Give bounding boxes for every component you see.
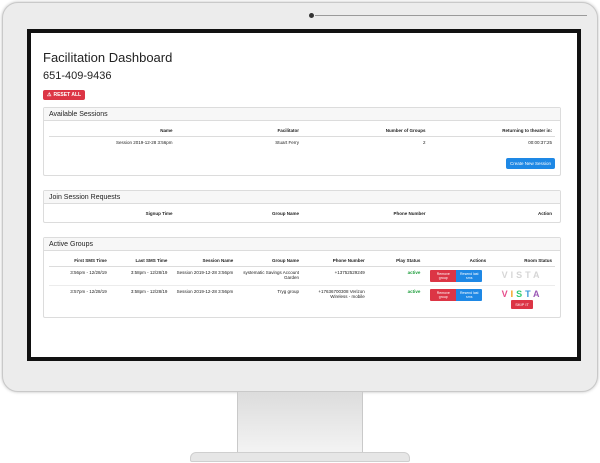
actions-cell: Remove group Resend last sms	[423, 285, 490, 312]
join-requests-card: Join Session Requests Signup Time Group …	[43, 190, 561, 223]
screen-content: Facilitation Dashboard 651-409-9436 ⚠ RE…	[31, 33, 577, 357]
monitor-base	[190, 452, 410, 462]
action-buttons: Remove group Resend last sms	[430, 289, 483, 301]
active-groups-table: First SMS Time Last SMS Time Session Nam…	[49, 255, 555, 312]
table-header-row: Signup Time Group Name Phone Number Acti…	[49, 208, 555, 219]
play-status: active	[367, 266, 424, 286]
session-name: Session 2019-12-28 3:56pm	[49, 136, 176, 148]
col-number-of-groups: Number of Groups	[302, 125, 429, 137]
skip-button[interactable]: SKIP IT	[511, 300, 533, 309]
room-status-cell: VISTA SKIP IT	[489, 285, 555, 312]
sessions-table: Name Facilitator Number of Groups Return…	[49, 125, 555, 148]
table-row[interactable]: Session 2019-12-28 3:56pm Stuart Ferry 2…	[49, 136, 555, 148]
col-last-sms: Last SMS Time	[109, 255, 171, 267]
active-groups-body: First SMS Time Last SMS Time Session Nam…	[44, 251, 560, 317]
monitor-frame: Facilitation Dashboard 651-409-9436 ⚠ RE…	[2, 2, 598, 392]
bezel-line	[315, 15, 587, 16]
reset-all-button[interactable]: ⚠ RESET ALL	[43, 90, 86, 100]
last-sms-time: 3:58pm - 12/28/19	[109, 266, 171, 286]
room-status-cell: VISTA	[489, 266, 555, 286]
active-groups-header: Active Groups	[44, 238, 560, 251]
first-sms-time: 3:57pm - 12/28/19	[49, 285, 110, 312]
col-group-name: Group Name	[236, 255, 302, 267]
actions-cell: Remove group Resend last sms	[423, 266, 490, 286]
active-groups-card: Active Groups First SMS Time Last SMS Ti…	[43, 237, 561, 318]
dashboard-page: Facilitation Dashboard 651-409-9436 ⚠ RE…	[43, 49, 561, 318]
room-status-logo: VISTA	[501, 270, 543, 280]
create-session-button[interactable]: Create New Session	[505, 158, 555, 169]
group-name: Tryg group	[236, 285, 302, 312]
monitor-stand	[237, 392, 363, 454]
resend-sms-button[interactable]: Resend last sms	[456, 270, 483, 282]
col-facilitator: Facilitator	[175, 125, 302, 137]
first-sms-time: 3:56pm - 12/28/19	[49, 266, 110, 286]
col-play-status: Play Status	[367, 255, 424, 267]
col-phone-number: Phone Number	[301, 255, 368, 267]
col-group-name: Group Name	[271, 211, 299, 216]
camera-icon	[309, 13, 314, 18]
col-actions: Actions	[423, 255, 490, 267]
session-facilitator: Stuart Ferry	[175, 136, 302, 148]
logo-letter: S	[516, 289, 526, 299]
action-buttons: Remove group Resend last sms	[430, 270, 483, 282]
col-first-sms: First SMS Time	[49, 255, 110, 267]
logo-letter: T	[525, 289, 534, 299]
join-requests-body: Signup Time Group Name Phone Number Acti…	[44, 204, 560, 222]
room-status-logo: VISTA	[492, 289, 552, 299]
session-name: Session 2019-12-28 3:56pm	[170, 266, 237, 286]
available-sessions-header: Available Sessions	[44, 108, 560, 121]
warning-icon: ⚠	[47, 92, 52, 98]
col-phone-number: Phone Number	[393, 211, 426, 216]
table-row: 3:57pm - 12/28/19 3:58pm - 12/28/19 Sess…	[49, 285, 555, 312]
col-returning: Returning to theater in:	[428, 125, 555, 137]
session-name: Session 2019-12-28 3:56pm	[170, 285, 237, 312]
available-sessions-card: Available Sessions Name Facilitator Numb…	[43, 107, 561, 176]
group-name: systematic Savings Account Garden	[236, 266, 302, 286]
table-header-row: First SMS Time Last SMS Time Session Nam…	[49, 255, 555, 267]
logo-letter: V	[501, 289, 511, 299]
available-sessions-body: Name Facilitator Number of Groups Return…	[44, 121, 560, 175]
create-row: Create New Session	[49, 152, 555, 170]
session-groups: 2	[302, 136, 429, 148]
reset-all-label: RESET ALL	[53, 92, 82, 98]
screen: Facilitation Dashboard 651-409-9436 ⚠ RE…	[27, 29, 581, 361]
col-session-name: Session Name	[170, 255, 237, 267]
remove-group-button[interactable]: Remove group	[430, 270, 457, 282]
phone-number: 651-409-9436	[43, 70, 112, 82]
session-countdown: 00:00:37:25	[428, 136, 555, 148]
resend-sms-button[interactable]: Resend last sms	[456, 289, 483, 301]
logo-letter: A	[533, 289, 543, 299]
play-status: active	[367, 285, 424, 312]
col-signup-time: Signup Time	[145, 211, 173, 216]
col-action: Action	[538, 211, 552, 216]
phone-number: +17636700308 Verizon Wireless - mobile	[301, 285, 368, 312]
page-title: Facilitation Dashboard	[43, 50, 173, 65]
table-row: 3:56pm - 12/28/19 3:58pm - 12/28/19 Sess…	[49, 266, 555, 286]
col-room-status: Room Status	[489, 255, 555, 267]
table-header-row: Name Facilitator Number of Groups Return…	[49, 125, 555, 137]
last-sms-time: 3:58pm - 12/28/19	[109, 285, 171, 312]
join-requests-table: Signup Time Group Name Phone Number Acti…	[49, 208, 555, 219]
phone-number: +13752529249	[301, 266, 368, 286]
remove-group-button[interactable]: Remove group	[430, 289, 457, 301]
join-requests-header: Join Session Requests	[44, 191, 560, 204]
col-name: Name	[49, 125, 176, 137]
